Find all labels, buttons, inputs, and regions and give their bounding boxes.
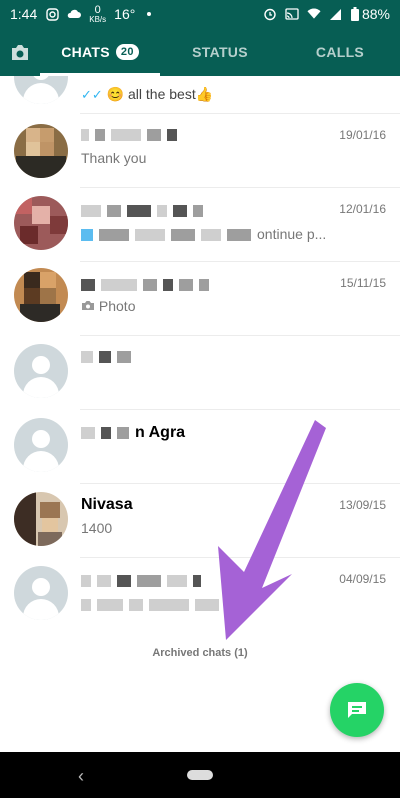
chat-name	[81, 572, 207, 590]
new-chat-button[interactable]	[330, 683, 384, 737]
tab-calls-label: CALLS	[315, 44, 365, 60]
chat-name-text: n Agra	[135, 424, 186, 441]
speed-value: 0	[94, 3, 101, 16]
tab-status[interactable]: STATUS	[160, 28, 280, 76]
home-icon[interactable]	[187, 770, 213, 780]
navigation-bar: ‹	[0, 752, 400, 798]
avatar	[14, 344, 68, 398]
chat-name	[81, 126, 183, 144]
chat-preview	[81, 596, 239, 612]
chat-preview: ✓✓ 😊 all the best👍	[81, 86, 213, 103]
notification-dot-icon	[147, 12, 152, 16]
chat-row[interactable]: n Agra	[0, 410, 400, 484]
chat-name: n Agra	[81, 424, 185, 442]
battery-percent: 88%	[361, 6, 390, 22]
chat-name	[81, 276, 215, 294]
chat-row[interactable]: ✓✓ 😊 all the best👍	[0, 76, 400, 114]
cast-icon	[285, 7, 299, 21]
chat-date: 12/01/16	[339, 202, 386, 216]
chat-name	[81, 348, 137, 366]
temperature: 16°	[114, 6, 136, 22]
tab-calls[interactable]: CALLS	[280, 28, 400, 76]
chat-preview: 1400	[81, 520, 113, 536]
tab-bar: CHATS 20 STATUS CALLS	[0, 28, 400, 76]
chat-name	[81, 202, 209, 220]
cloud-icon	[67, 7, 82, 21]
back-icon[interactable]: ‹	[78, 766, 84, 787]
avatar	[14, 492, 68, 546]
chat-preview-text: 😊 all the best👍	[106, 86, 214, 102]
signal-icon	[329, 7, 343, 21]
tab-chats[interactable]: CHATS 20	[40, 28, 160, 76]
chat-row[interactable]: 19/01/16 Thank you	[0, 114, 400, 188]
chat-date: 04/09/15	[339, 572, 386, 586]
wifi-icon	[307, 7, 321, 21]
instagram-icon	[45, 7, 59, 21]
new-chat-icon	[348, 702, 366, 718]
chat-preview: Photo	[81, 298, 135, 314]
chat-date: 19/01/16	[339, 128, 386, 142]
battery-indicator: 88%	[350, 6, 390, 22]
chat-row[interactable]: 15/11/15 Photo	[0, 262, 400, 336]
chat-date: 15/11/15	[340, 276, 386, 290]
camera-icon[interactable]	[0, 28, 40, 76]
chat-date: 13/09/15	[339, 498, 386, 512]
chat-row[interactable]: 04/09/15	[0, 558, 400, 632]
alarm-icon	[263, 7, 277, 21]
archived-chats-link[interactable]: Archived chats (1)	[0, 647, 400, 659]
chat-preview-text: ontinue p...	[257, 226, 327, 242]
status-bar: 1:44 0 KB/s 16° 88%	[0, 0, 400, 28]
network-speed: 0 KB/s	[89, 3, 107, 24]
avatar	[14, 76, 68, 104]
chat-preview-text: Photo	[98, 298, 136, 314]
avatar	[14, 124, 68, 178]
tab-status-label: STATUS	[192, 44, 248, 60]
avatar	[14, 196, 68, 250]
tab-chats-label: CHATS	[61, 44, 110, 60]
chat-preview: ontinue p...	[81, 226, 326, 242]
chat-preview: Thank you	[81, 150, 147, 166]
camera-small-icon	[82, 301, 94, 310]
read-ticks-icon: ✓✓	[81, 87, 103, 102]
battery-icon	[350, 7, 359, 21]
avatar	[14, 566, 68, 620]
avatar	[14, 268, 68, 322]
status-time: 1:44	[10, 6, 38, 22]
unread-badge: 20	[115, 44, 139, 60]
chat-row[interactable]	[0, 336, 400, 410]
avatar	[14, 418, 68, 472]
speed-unit: KB/s	[89, 14, 107, 24]
chat-row[interactable]: 12/01/16 ontinue p...	[0, 188, 400, 262]
chat-row[interactable]: Nivasa 13/09/15 1400	[0, 484, 400, 558]
chat-name: Nivasa	[81, 496, 133, 513]
